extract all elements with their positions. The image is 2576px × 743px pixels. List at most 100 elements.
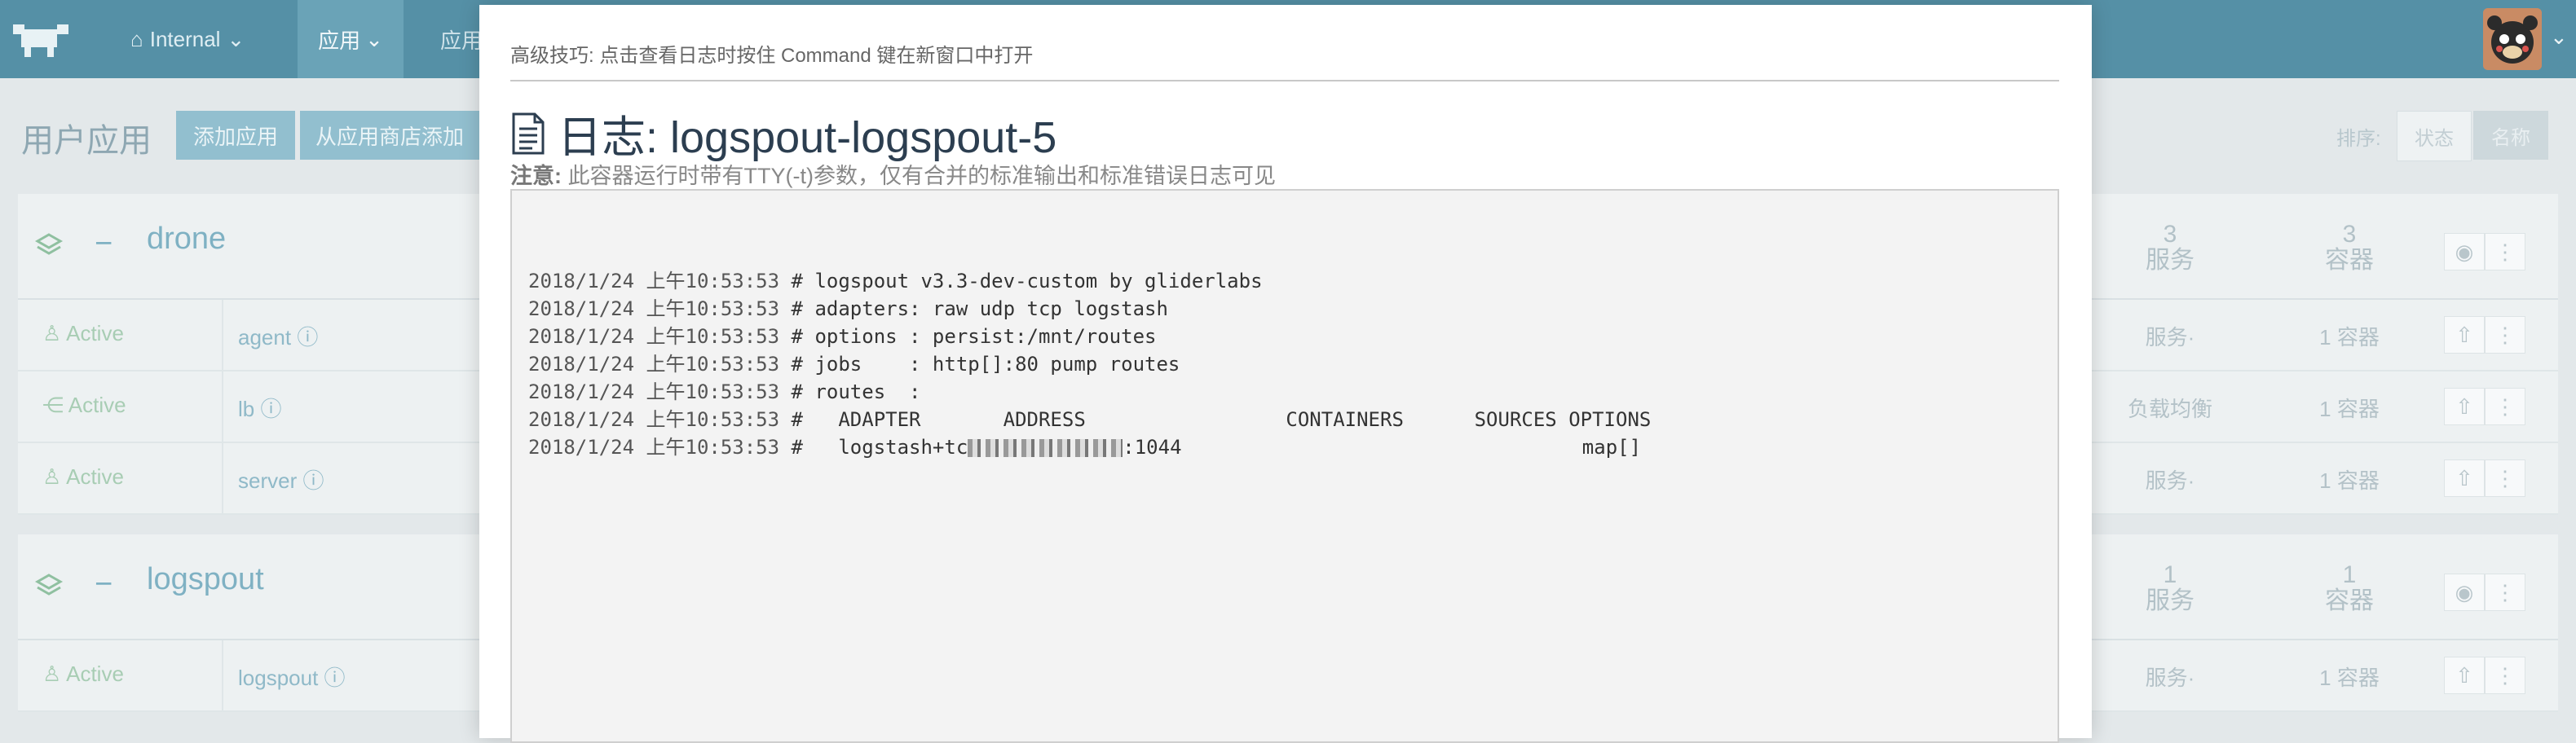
environment-menu[interactable]: ⌂ Internal ⌄ [130, 0, 245, 78]
service-more-button[interactable]: ⋮ [2485, 657, 2525, 694]
nav-more-label: 应用 [440, 28, 483, 53]
more-vertical-icon: ⋮ [2494, 662, 2516, 688]
log-message: # logspout v3.3-dev-custom by gliderlabs [779, 270, 1263, 292]
log-timestamp: 2018/1/24 上午10:53:53 [528, 380, 780, 403]
layers-icon [34, 574, 64, 596]
log-message: # options : persist:/mnt/routes [779, 325, 1157, 348]
service-kind: 服务· [2145, 468, 2195, 493]
log-output[interactable]: 2018/1/24 上午10:53:53 # logspout v3.3-dev… [510, 189, 2059, 743]
service-name-link[interactable]: logspout ⓘ [238, 662, 346, 692]
containers-stat: 1 容器 [2300, 563, 2398, 616]
home-icon: ⌂ [130, 26, 143, 51]
sort-by-name-button[interactable]: 名称 [2473, 111, 2548, 160]
service-container-count: 1 容器 [2319, 468, 2380, 493]
user-avatar[interactable] [2483, 8, 2542, 70]
stack-more-button[interactable]: ⋮ [2485, 574, 2525, 611]
upgrade-icon: ⇧ [2455, 465, 2473, 490]
nav-apps-label: 应用 [318, 28, 361, 53]
upgrade-button[interactable]: ⇧ [2444, 388, 2485, 425]
log-lines: 2018/1/24 上午10:53:53 # logspout v3.3-dev… [528, 240, 1651, 517]
service-more-button[interactable]: ⋮ [2485, 316, 2525, 354]
log-message: # adapters: raw udp tcp logstash [779, 297, 1168, 320]
add-app-button[interactable]: 添加应用 [176, 111, 295, 160]
log-line: 2018/1/24 上午10:53:53 # adapters: raw udp… [528, 295, 1651, 323]
upgrade-icon: ⇧ [2455, 662, 2473, 688]
service-more-button[interactable]: ⋮ [2485, 459, 2525, 497]
service-container-count: 1 容器 [2319, 666, 2380, 690]
log-message-prefix: # logstash+tc [779, 436, 968, 459]
info-icon[interactable]: ⓘ [297, 325, 318, 350]
add-from-store-button[interactable]: 从应用商店添加 [300, 111, 479, 160]
log-timestamp: 2018/1/24 上午10:53:53 [528, 353, 780, 376]
info-icon[interactable]: ⓘ [260, 397, 281, 421]
note-text: 此容器运行时带有TTY(-t)参数，仅有合并的标准输出和标准错误日志可见 [562, 164, 1276, 188]
upgrade-icon: ⇧ [2455, 322, 2473, 347]
service-kind: 服务· [2145, 666, 2195, 690]
modal-title-text: 日志: logspout-logspout-5 [558, 113, 1057, 162]
service-name-link[interactable]: agent ⓘ [238, 321, 318, 351]
services-count: 3 [2163, 221, 2177, 248]
stop-stack-button[interactable]: ◉ [2444, 233, 2485, 270]
service-kind: 负载均衡 [2127, 397, 2212, 421]
log-message-suffix: :1044 map[] [1123, 436, 1642, 459]
chevron-down-icon: ⌄ [227, 26, 245, 51]
log-message: # ADAPTER ADDRESS CONTAINERS SOURCES OPT… [779, 408, 1652, 431]
page-title: 用户应用 [21, 123, 152, 159]
info-icon[interactable]: ⓘ [302, 468, 324, 493]
nav-more-menu[interactable]: 应用 [440, 0, 483, 78]
service-state: ♙ Active [42, 662, 124, 687]
column-divider [222, 640, 223, 710]
service-more-button[interactable]: ⋮ [2485, 388, 2525, 425]
more-vertical-icon: ⋮ [2494, 393, 2516, 419]
column-divider [222, 443, 223, 513]
rancher-logo-icon[interactable] [10, 20, 75, 60]
stack-more-button[interactable]: ⋮ [2485, 233, 2525, 270]
log-line: 2018/1/24 上午10:53:53 # logstash+tc:1044 … [528, 433, 1651, 461]
log-modal: 高级技巧: 点击查看日志时按住 Command 键在新窗口中打开 日志: log… [479, 5, 2092, 743]
service-container-count: 1 容器 [2319, 397, 2380, 421]
service-icon: ♙ [42, 321, 67, 345]
upgrade-button[interactable]: ⇧ [2444, 459, 2485, 497]
log-timestamp: 2018/1/24 上午10:53:53 [528, 297, 780, 320]
service-name: server [238, 468, 298, 493]
collapse-icon[interactable]: − [95, 226, 112, 262]
service-name-link[interactable]: lb ⓘ [238, 393, 282, 423]
stack-name[interactable]: logspout [147, 562, 264, 597]
more-vertical-icon: ⋮ [2494, 239, 2516, 264]
nav-apps-menu[interactable]: 应用 ⌄ [298, 0, 404, 78]
services-label: 服务 [2146, 247, 2194, 274]
log-timestamp: 2018/1/24 上午10:53:53 [528, 408, 780, 431]
services-stat: 3 服务 [2121, 221, 2219, 275]
log-timestamp: 2018/1/24 上午10:53:53 [528, 270, 780, 292]
pro-tip: 高级技巧: 点击查看日志时按住 Command 键在新窗口中打开 [510, 45, 1034, 67]
stack-name[interactable]: drone [147, 222, 226, 257]
service-kind: 服务· [2145, 325, 2195, 350]
divider [510, 80, 2059, 81]
service-icon: ♙ [42, 662, 67, 686]
sort-by-state-button[interactable]: 状态 [2397, 111, 2472, 161]
service-container-count: 1 容器 [2319, 325, 2380, 350]
service-state: ♙ Active [42, 464, 124, 490]
upgrade-button[interactable]: ⇧ [2444, 316, 2485, 354]
service-state-label: Active [66, 662, 124, 686]
avatar-bear-icon [2483, 8, 2542, 70]
collapse-icon[interactable]: − [95, 567, 112, 602]
column-divider [222, 372, 223, 442]
more-vertical-icon: ⋮ [2494, 465, 2516, 490]
stop-circle-icon: ◉ [2455, 239, 2474, 264]
info-icon[interactable]: ⓘ [324, 666, 346, 690]
services-stat: 1 服务 [2121, 561, 2219, 616]
service-state-label: Active [66, 321, 124, 345]
containers-label: 容器 [2325, 247, 2374, 274]
service-name: agent [238, 325, 292, 350]
log-line: 2018/1/24 上午10:53:53 # routes : [528, 378, 1651, 406]
services-count: 1 [2163, 561, 2177, 588]
service-state-label: Active [68, 393, 126, 417]
log-line: 2018/1/24 上午10:53:53 # logspout v3.3-dev… [528, 267, 1651, 295]
stop-stack-button[interactable]: ◉ [2444, 574, 2485, 611]
service-name-link[interactable]: server ⓘ [238, 464, 324, 495]
containers-stat: 3 容器 [2300, 222, 2398, 275]
upgrade-button[interactable]: ⇧ [2444, 657, 2485, 694]
note-label: 注意: [510, 164, 562, 188]
chevron-down-icon[interactable]: ⌄ [2550, 24, 2568, 50]
